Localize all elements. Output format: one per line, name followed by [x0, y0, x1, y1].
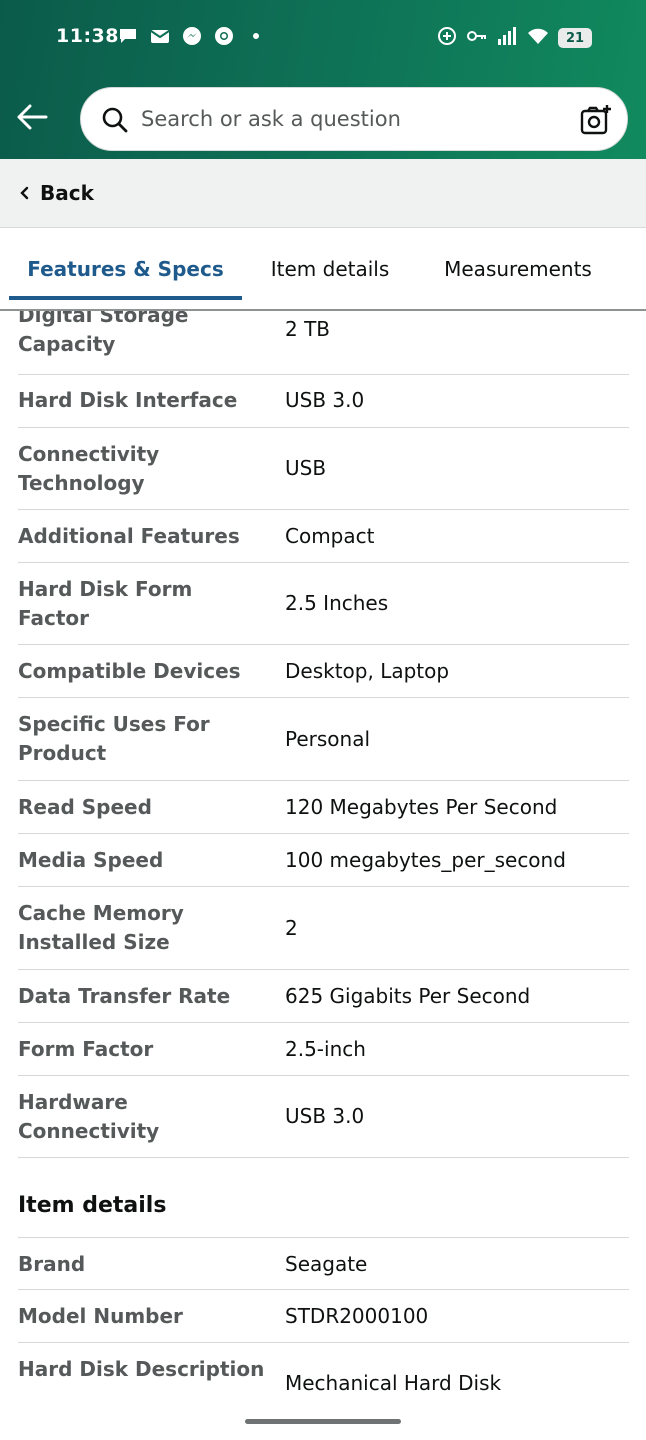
spec-value: STDR2000100 [285, 1304, 429, 1328]
status-time: 11:38 [56, 25, 119, 47]
spec-label: Specific Uses For Product [18, 712, 210, 765]
spec-value: USB [285, 456, 327, 480]
wifi-icon [526, 25, 550, 51]
table-row: Compatible Devices Desktop, Laptop [18, 645, 629, 698]
app-header: 11:38 21 Search or ask a question [0, 0, 646, 159]
spec-label: Compatible Devices [18, 659, 241, 683]
table-row: Additional Features Compact [18, 510, 629, 563]
detail-tabs: Features & Specs Item details Measuremen… [0, 228, 646, 311]
spec-value: 100 megabytes_per_second [285, 848, 566, 872]
arrow-left-icon [17, 104, 48, 130]
table-row: Data Transfer Rate 625 Gigabits Per Seco… [18, 970, 629, 1023]
spec-value: USB 3.0 [285, 388, 365, 412]
tab-measurements[interactable]: Measurements [425, 228, 611, 309]
messenger-icon [181, 25, 203, 47]
table-row: Hardware Connectivity USB 3.0 [18, 1076, 629, 1158]
search-icon [102, 107, 128, 133]
status-bar: 11:38 21 [0, 0, 646, 74]
search-bar[interactable] [80, 87, 628, 151]
spec-value: 2 [285, 916, 298, 940]
table-row: Brand Seagate [18, 1237, 629, 1290]
search-input[interactable] [141, 98, 561, 140]
spec-value: 2 TB [285, 317, 331, 341]
spec-label: Digital Storage Capacity [18, 311, 189, 356]
spec-label: Cache Memory Installed Size [18, 901, 184, 954]
spec-label: Hard Disk Interface [18, 388, 238, 412]
notification-icons [117, 25, 267, 47]
table-row: Connectivity Technology USB [18, 428, 629, 510]
table-row: Media Speed 100 megabytes_per_second [18, 834, 629, 887]
mail-icon [149, 25, 171, 47]
home-indicator[interactable] [245, 1419, 401, 1424]
spec-label: Hardware Connectivity [18, 1090, 160, 1143]
chrome-icon [213, 25, 235, 47]
spec-label: Hard Disk Description [18, 1357, 265, 1381]
dot-icon [245, 25, 267, 47]
sync-icon [436, 25, 458, 51]
spec-value: 2.5-inch [285, 1037, 366, 1061]
back-arrow-button[interactable] [14, 100, 50, 134]
back-link[interactable]: Back [18, 181, 94, 205]
signal-icon [496, 25, 518, 51]
table-row: Cache Memory Installed Size 2 [18, 887, 629, 970]
section-title-item-details: Item details [18, 1193, 167, 1218]
battery-icon: 21 [558, 28, 592, 48]
chat-bubble-icon [117, 25, 139, 47]
key-icon [466, 25, 488, 51]
table-row: Form Factor 2.5-inch [18, 1023, 629, 1076]
table-row: Hard Disk Form Factor 2.5 Inches [18, 563, 629, 645]
table-row: Model Number STDR2000100 [18, 1290, 629, 1343]
spec-value: 2.5 Inches [285, 591, 389, 615]
spec-label: Media Speed [18, 848, 164, 872]
spec-label: Hard Disk Form Factor [18, 577, 193, 630]
spec-value: USB 3.0 [285, 1104, 365, 1128]
spec-value: Desktop, Laptop [285, 659, 450, 683]
spec-value: Seagate [285, 1252, 368, 1276]
spec-value: 625 Gigabits Per Second [285, 984, 531, 1008]
spec-value: Mechanical Hard Disk [285, 1371, 502, 1395]
back-bar: Back [0, 159, 646, 228]
spec-label: Data Transfer Rate [18, 984, 231, 1008]
spec-label: Form Factor [18, 1037, 154, 1061]
spec-label: Additional Features [18, 524, 240, 548]
system-icons: 21 [436, 25, 592, 51]
table-row: Hard Disk Description Mechanical Hard Di… [18, 1343, 629, 1406]
spec-label: Connectivity Technology [18, 442, 160, 495]
specs-content[interactable]: Digital Storage Capacity 2 TB Hard Disk … [0, 311, 646, 1406]
table-row: Digital Storage Capacity 2 TB [18, 311, 629, 375]
spec-label: Model Number [18, 1304, 183, 1328]
spec-label: Read Speed [18, 795, 152, 819]
active-tab-indicator [9, 296, 242, 300]
back-label: Back [40, 181, 94, 205]
chevron-left-icon [20, 186, 29, 200]
table-row: Specific Uses For Product Personal [18, 698, 629, 781]
spec-value: 120 Megabytes Per Second [285, 795, 558, 819]
spec-value: Personal [285, 727, 371, 751]
table-row: Hard Disk Interface USB 3.0 [18, 375, 629, 428]
spec-value: Compact [285, 524, 375, 548]
spec-label: Brand [18, 1252, 86, 1276]
tab-item-details[interactable]: Item details [250, 228, 410, 309]
camera-search-icon[interactable] [579, 103, 613, 137]
table-row: Read Speed 120 Megabytes Per Second [18, 781, 629, 834]
